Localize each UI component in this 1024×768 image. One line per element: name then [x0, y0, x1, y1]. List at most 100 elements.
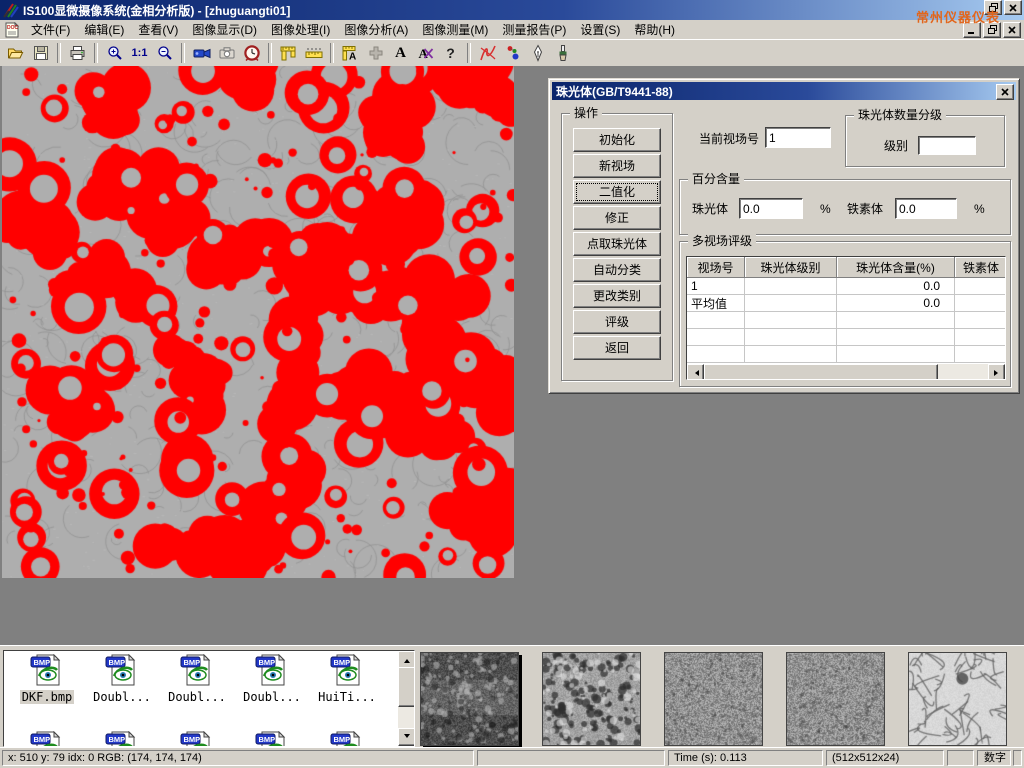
thumbnail-image[interactable] [420, 652, 519, 746]
menu-item[interactable]: 图像分析(A) [337, 19, 415, 40]
print-icon[interactable] [65, 42, 90, 65]
file-item[interactable]: BMPDoubl... [160, 654, 234, 704]
spline-icon[interactable] [475, 42, 500, 65]
brush-icon[interactable] [550, 42, 575, 65]
file-name[interactable]: Doubl... [91, 690, 153, 704]
ferrite-percent-input[interactable] [895, 198, 957, 219]
pearlite-dialog: 珠光体(GB/T9441-88) 操作 初始化新视场二值化修正点取珠光体自动分类… [548, 78, 1020, 394]
app-logo-icon [3, 2, 19, 18]
rating-table-header: 视场号珠光体级别珠光体含量(%)铁素体 [687, 257, 1005, 278]
menu-item[interactable]: 图像处理(I) [264, 19, 337, 40]
thumbnail-image[interactable] [786, 652, 885, 746]
mdi-close-button[interactable] [1003, 22, 1021, 38]
file-name[interactable]: HuiTi... [316, 690, 378, 704]
file-item[interactable]: BMPHuiTi... [310, 654, 384, 704]
menu-item[interactable]: 图像显示(D) [185, 19, 264, 40]
svg-text:BMP: BMP [34, 735, 51, 744]
op-button-6[interactable]: 自动分类 [573, 258, 661, 282]
op-button-9[interactable]: 返回 [573, 336, 661, 360]
zoom-out-icon[interactable] [152, 42, 177, 65]
scroll-thumb[interactable] [398, 667, 415, 707]
file-name[interactable]: Doubl... [166, 690, 228, 704]
status-time: Time (s): 0.113 [668, 750, 823, 766]
table-cell [837, 312, 955, 329]
current-field-input[interactable] [765, 127, 831, 148]
menu-item[interactable]: 文件(F) [24, 19, 77, 40]
text-delete-icon[interactable]: A [413, 42, 438, 65]
table-row[interactable] [687, 346, 1005, 363]
menu-item[interactable]: 帮助(H) [627, 19, 682, 40]
file-item[interactable]: BMPDKF.bmp [10, 654, 84, 704]
close-button[interactable] [1004, 0, 1022, 15]
video-camera-icon[interactable] [189, 42, 214, 65]
actual-size-icon[interactable]: 1:1 [127, 42, 152, 65]
file-item[interactable]: BMP [310, 731, 384, 747]
table-row[interactable]: 10.0 [687, 278, 1005, 295]
file-item[interactable]: BMP [85, 731, 159, 747]
caliper-icon[interactable] [276, 42, 301, 65]
scroll-thumb[interactable] [704, 364, 938, 380]
help-icon[interactable]: ? [438, 42, 463, 65]
ruler-icon[interactable] [301, 42, 326, 65]
menu-item[interactable]: 图像测量(M) [415, 19, 495, 40]
points-icon[interactable] [500, 42, 525, 65]
file-name[interactable]: DKF.bmp [20, 690, 75, 704]
table-row[interactable]: 平均值0.0 [687, 295, 1005, 312]
toolbar-separator [94, 43, 98, 63]
menu-item[interactable]: 查看(V) [131, 19, 185, 40]
save-icon[interactable] [28, 42, 53, 65]
status-empty-small [947, 750, 974, 766]
op-button-1[interactable]: 初始化 [573, 128, 661, 152]
table-cell [687, 329, 745, 346]
table-cell: 0.0 [837, 278, 955, 295]
capture-icon[interactable] [214, 42, 239, 65]
dialog-close-button[interactable] [996, 84, 1014, 100]
table-row[interactable] [687, 312, 1005, 329]
open-icon[interactable] [3, 42, 28, 65]
op-button-2[interactable]: 新视场 [573, 154, 661, 178]
thumbnail-image[interactable] [908, 652, 1007, 746]
thumbnail-image[interactable] [542, 652, 641, 746]
dialog-title-bar[interactable]: 珠光体(GB/T9441-88) [552, 82, 1016, 100]
level-label: 级别 [884, 138, 908, 154]
table-horizontal-scrollbar[interactable] [687, 364, 1005, 379]
menu-item[interactable]: 编辑(E) [77, 19, 131, 40]
zoom-in-icon[interactable] [102, 42, 127, 65]
file-list-scrollbar[interactable] [398, 651, 414, 746]
table-cell [955, 312, 1006, 329]
menu-item[interactable]: 测量报告(P) [495, 19, 573, 40]
thumbnail-image[interactable] [664, 652, 763, 746]
ferrite-percent-sign: % [974, 201, 985, 217]
table-row[interactable] [687, 329, 1005, 346]
table-cell [837, 346, 955, 363]
table-cell: 平均值 [687, 295, 745, 312]
file-item[interactable]: BMP [10, 731, 84, 747]
op-button-5[interactable]: 点取珠光体 [573, 232, 661, 256]
pearlite-percent-input[interactable] [739, 198, 803, 219]
menu-item[interactable]: 设置(S) [573, 19, 627, 40]
scroll-down-button[interactable] [398, 728, 415, 746]
timer-icon[interactable] [239, 42, 264, 65]
file-item[interactable]: BMP [160, 731, 234, 747]
op-button-3[interactable]: 二值化 [573, 180, 661, 204]
percent-group-label: 百分含量 [688, 172, 744, 186]
toolbar-separator [467, 43, 471, 63]
measure-text-icon[interactable]: A [338, 42, 363, 65]
scroll-right-button[interactable] [988, 364, 1005, 380]
op-button-7[interactable]: 更改类别 [573, 284, 661, 308]
metallographic-image-canvas[interactable] [2, 66, 514, 578]
op-button-4[interactable]: 修正 [573, 206, 661, 230]
file-list[interactable]: BMPBMPBMPBMPBMPBMPHuiTi...BMPDoubl...BMP… [3, 650, 415, 747]
pen-icon[interactable] [525, 42, 550, 65]
file-item[interactable]: BMP [235, 731, 309, 747]
op-button-8[interactable]: 评级 [573, 310, 661, 334]
level-input[interactable] [918, 136, 976, 155]
file-item[interactable]: BMPDoubl... [85, 654, 159, 704]
file-name[interactable]: Doubl... [241, 690, 303, 704]
svg-text:A: A [419, 46, 429, 61]
svg-text:BMP: BMP [259, 658, 276, 667]
file-item[interactable]: BMP Doubl... [235, 654, 309, 704]
text-icon[interactable]: A [388, 42, 413, 65]
scroll-left-button[interactable] [687, 364, 704, 380]
crosshair-icon[interactable] [363, 42, 388, 65]
